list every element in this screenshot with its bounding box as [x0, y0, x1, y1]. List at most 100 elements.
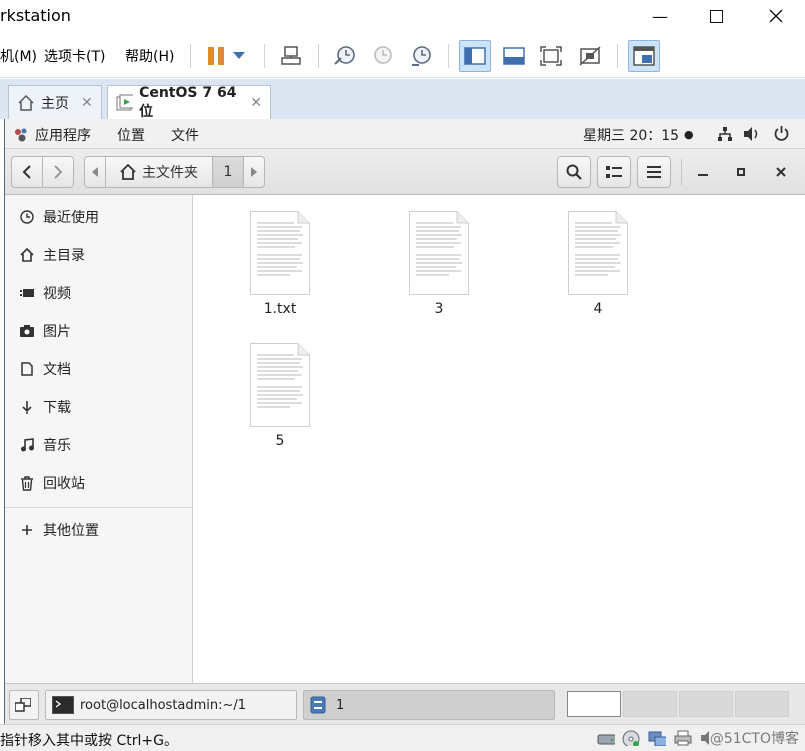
host-menubar: 机(M) 选项卡(T) 帮助(H) — [0, 32, 805, 78]
text-file-icon — [409, 211, 469, 295]
tab-centos[interactable]: CentOS 7 64 位 ✕ — [107, 85, 271, 120]
chevron-left-icon — [22, 165, 31, 179]
minimize-icon — [698, 174, 708, 176]
text-file-icon — [250, 343, 310, 427]
file-item[interactable]: 4 — [548, 211, 648, 317]
back-button[interactable] — [11, 156, 43, 188]
close-window-button[interactable] — [753, 0, 799, 32]
snapshot-revert-icon — [374, 46, 392, 64]
home-icon — [18, 94, 34, 111]
cd-rom-icon[interactable] — [622, 730, 640, 746]
clock-indicator-dot: ● — [684, 128, 694, 141]
bottom-panel-icon — [503, 47, 525, 65]
status-message: 指针移入其中或按 Ctrl+G。 — [0, 733, 178, 749]
maximize-button[interactable] — [727, 156, 755, 188]
sidebar-item-home[interactable]: 主目录 — [5, 239, 193, 271]
show-desktop-button[interactable] — [9, 690, 39, 720]
sidebar-item-other-locations[interactable]: 其他位置 — [5, 514, 193, 546]
file-manager-header: 主文件夹 1 — [5, 149, 805, 195]
close-tab-icon[interactable]: ✕ — [250, 95, 262, 111]
file-item[interactable]: 3 — [389, 211, 489, 317]
sidebar-item-videos[interactable]: 视频 — [5, 277, 193, 309]
hard-disk-icon[interactable] — [597, 730, 615, 746]
path-current-button[interactable]: 1 — [212, 156, 244, 188]
workspace-2[interactable] — [623, 691, 677, 717]
guest-taskbar: root@localhostadmin:~/1 1 — [5, 683, 805, 724]
places-menu[interactable]: 位置 — [117, 125, 145, 145]
workspace-4[interactable] — [735, 691, 789, 717]
path-scroll-right-button[interactable] — [243, 156, 265, 188]
close-icon — [769, 9, 783, 23]
menu-button[interactable] — [637, 156, 671, 188]
file-name: 1.txt — [263, 301, 297, 317]
sidebar-item-trash[interactable]: 回收站 — [5, 467, 193, 499]
path-scroll-left-button[interactable] — [84, 156, 106, 188]
menu-help[interactable]: 帮助(H) — [125, 46, 174, 66]
taskbar-terminal[interactable]: root@localhostadmin:~/1 — [45, 690, 297, 720]
network-send-icon — [281, 46, 301, 65]
network-icon[interactable] — [717, 126, 733, 142]
sidebar-item-label: 下载 — [43, 400, 71, 416]
revert-snapshot-button[interactable] — [367, 40, 399, 72]
chevron-down-icon — [233, 52, 245, 59]
taskbar-terminal-label: root@localhostadmin:~/1 — [80, 697, 247, 713]
forward-button[interactable] — [42, 156, 74, 188]
close-tab-icon[interactable]: ✕ — [81, 95, 93, 111]
tab-home-label: 主页 — [41, 95, 69, 112]
view-mode-button[interactable] — [597, 156, 631, 188]
send-ctrl-alt-del-button[interactable] — [275, 40, 307, 72]
gnome-top-bar: 应用程序 位置 文件 星期三 20：15 ● — [5, 119, 805, 149]
close-button[interactable] — [767, 156, 795, 188]
file-view[interactable]: 1.txt 3 4 5 — [194, 195, 805, 683]
snapshot-button[interactable] — [329, 40, 361, 72]
power-icon[interactable] — [773, 125, 790, 142]
volume-icon[interactable] — [743, 126, 761, 142]
home-icon — [120, 164, 136, 180]
show-library-button[interactable] — [459, 40, 491, 72]
menu-tabs[interactable]: 选项卡(T) — [44, 46, 105, 66]
full-screen-button[interactable] — [535, 40, 567, 72]
workspace-1[interactable] — [567, 691, 621, 717]
file-item[interactable]: 1.txt — [230, 211, 330, 317]
console-view-button[interactable] — [628, 40, 660, 72]
unity-mode-button[interactable] — [574, 40, 606, 72]
toolbar-separator — [264, 44, 265, 68]
toolbar-separator — [448, 44, 449, 68]
sidebar-item-music[interactable]: 音乐 — [5, 429, 193, 461]
files-app-menu[interactable]: 文件 — [171, 125, 199, 145]
camera-icon — [20, 325, 34, 337]
path-home-button[interactable]: 主文件夹 — [105, 156, 213, 188]
minimize-button[interactable] — [689, 156, 717, 188]
minimize-icon: — — [652, 6, 668, 26]
list-view-icon — [606, 166, 622, 178]
menu-vm[interactable]: 机(M) — [0, 46, 37, 66]
vm-screen[interactable]: 应用程序 位置 文件 星期三 20：15 ● 主文件夹 1 最近使用 主目录 视… — [4, 119, 805, 724]
minimize-button[interactable]: — — [637, 0, 683, 32]
sidebar-item-downloads[interactable]: 下载 — [5, 391, 193, 423]
printer-icon[interactable] — [674, 730, 692, 746]
hamburger-icon — [647, 166, 661, 178]
clock[interactable]: 星期三 20：15 — [583, 125, 679, 145]
close-icon — [776, 167, 786, 177]
snapshot-manager-icon — [412, 46, 431, 66]
file-item[interactable]: 5 — [230, 343, 330, 449]
search-button[interactable] — [557, 156, 591, 188]
sidebar-item-documents[interactable]: 文档 — [5, 353, 193, 385]
power-dropdown-button[interactable] — [228, 40, 250, 72]
sidebar-item-recent[interactable]: 最近使用 — [5, 201, 193, 233]
sidebar-item-label: 主目录 — [43, 248, 85, 264]
network-adapter-icon[interactable] — [648, 730, 666, 746]
gnome-foot-icon — [15, 128, 27, 142]
file-name: 3 — [434, 301, 444, 317]
applications-menu[interactable]: 应用程序 — [35, 125, 91, 145]
snapshot-manager-button[interactable] — [405, 40, 437, 72]
show-thumbnails-button[interactable] — [498, 40, 530, 72]
workspace-3[interactable] — [679, 691, 733, 717]
taskbar-files[interactable]: 1 — [303, 690, 555, 720]
terminal-icon — [52, 696, 74, 714]
text-file-icon — [250, 211, 310, 295]
maximize-button[interactable] — [693, 0, 739, 32]
pause-icon — [208, 47, 224, 65]
sidebar-item-pictures[interactable]: 图片 — [5, 315, 193, 347]
tab-home[interactable]: 主页 ✕ — [8, 85, 102, 119]
